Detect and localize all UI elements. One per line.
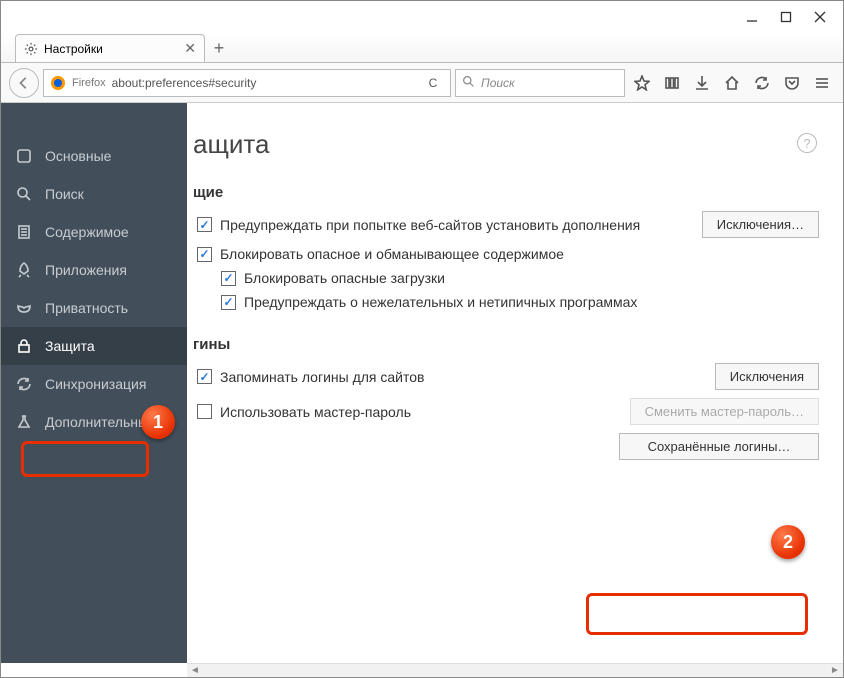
- annotation-marker-1: 1: [141, 405, 175, 439]
- help-button[interactable]: ?: [797, 133, 817, 153]
- sidebar-item-search[interactable]: Поиск: [1, 175, 187, 213]
- checkbox-warn-unwanted[interactable]: [221, 295, 236, 310]
- sidebar-item-label: Синхронизация: [45, 376, 146, 392]
- sidebar-item-content[interactable]: Содержимое: [1, 213, 187, 251]
- annotation-marker-2: 2: [771, 525, 805, 559]
- tab-title: Настройки: [44, 42, 103, 56]
- window-minimize-button[interactable]: [735, 5, 769, 29]
- scroll-left-arrow[interactable]: ◄: [187, 665, 203, 676]
- sidebar-item-security[interactable]: Защита: [1, 327, 187, 365]
- horizontal-scrollbar[interactable]: ◄ ►: [187, 663, 843, 677]
- rocket-icon: [15, 261, 33, 279]
- label-block-dangerous: Блокировать опасное и обманывающее содер…: [220, 246, 564, 262]
- reload-button[interactable]: C: [422, 76, 444, 90]
- label-master-password: Использовать мастер-пароль: [220, 404, 411, 420]
- sidebar-item-privacy[interactable]: Приватность: [1, 289, 187, 327]
- window-maximize-button[interactable]: [769, 5, 803, 29]
- sidebar-item-label: Основные: [45, 148, 111, 164]
- urlbar-text: about:preferences#security: [112, 76, 257, 90]
- sidebar-item-general[interactable]: Основные: [1, 137, 187, 175]
- section-logins-heading: гины: [193, 336, 819, 353]
- checkbox-block-dangerous[interactable]: [197, 247, 212, 262]
- sidebar-item-label: Защита: [45, 338, 95, 354]
- search-icon: [15, 185, 33, 203]
- checkbox-block-downloads[interactable]: [221, 271, 236, 286]
- library-icon[interactable]: [659, 70, 685, 96]
- new-tab-button[interactable]: +: [205, 34, 233, 62]
- window-close-button[interactable]: [803, 5, 837, 29]
- search-bar[interactable]: Поиск: [455, 69, 625, 97]
- preferences-main: ащита ? щие Предупреждать при попытке ве…: [187, 103, 843, 663]
- pocket-icon[interactable]: [779, 70, 805, 96]
- preferences-sidebar: Основные Поиск Содержимое Приложения При…: [1, 103, 187, 663]
- exceptions-logins-button[interactable]: Исключения: [715, 363, 819, 390]
- page-title: ащита: [193, 129, 819, 160]
- tab-settings[interactable]: Настройки ✕: [15, 34, 205, 62]
- sidebar-item-label: Дополнительные: [45, 414, 156, 430]
- sidebar-item-label: Приложения: [45, 262, 127, 278]
- firefox-icon: [50, 75, 66, 91]
- url-bar[interactable]: Firefox about:preferences#security C: [43, 69, 451, 97]
- home-icon[interactable]: [719, 70, 745, 96]
- urlbar-brand: Firefox: [72, 77, 106, 89]
- sidebar-item-label: Поиск: [45, 186, 84, 202]
- label-warn-addons: Предупреждать при попытке веб-сайтов уст…: [220, 217, 640, 233]
- search-icon: [462, 75, 475, 91]
- section-general-heading: щие: [193, 184, 819, 201]
- nav-toolbar: Firefox about:preferences#security C Пои…: [1, 63, 843, 103]
- sidebar-item-applications[interactable]: Приложения: [1, 251, 187, 289]
- document-icon: [15, 223, 33, 241]
- sidebar-item-label: Содержимое: [45, 224, 129, 240]
- sync-icon[interactable]: [749, 70, 775, 96]
- search-placeholder: Поиск: [481, 76, 515, 90]
- label-block-downloads: Блокировать опасные загрузки: [244, 270, 445, 286]
- saved-logins-button[interactable]: Сохранённые логины…: [619, 433, 819, 460]
- mask-icon: [15, 299, 33, 317]
- scroll-right-arrow[interactable]: ►: [827, 665, 843, 676]
- flask-icon: [15, 413, 33, 431]
- checkbox-remember-logins[interactable]: [197, 369, 212, 384]
- exceptions-addons-button[interactable]: Исключения…: [702, 211, 819, 238]
- downloads-icon[interactable]: [689, 70, 715, 96]
- lock-icon: [15, 337, 33, 355]
- checkbox-warn-addons[interactable]: [197, 217, 212, 232]
- checkbox-master-password[interactable]: [197, 404, 212, 419]
- label-remember-logins: Запоминать логины для сайтов: [220, 369, 424, 385]
- change-master-password-button[interactable]: Сменить мастер-пароль…: [630, 398, 819, 425]
- bookmark-star-icon[interactable]: [629, 70, 655, 96]
- square-icon: [15, 147, 33, 165]
- tab-close-button[interactable]: ✕: [184, 40, 196, 57]
- sync-icon: [15, 375, 33, 393]
- back-button[interactable]: [9, 68, 39, 98]
- menu-icon[interactable]: [809, 70, 835, 96]
- sidebar-item-sync[interactable]: Синхронизация: [1, 365, 187, 403]
- tab-strip: Настройки ✕ +: [1, 33, 843, 63]
- label-warn-unwanted: Предупреждать о нежелательных и нетипичн…: [244, 294, 637, 310]
- window-titlebar: [1, 1, 843, 33]
- gear-icon: [24, 42, 38, 56]
- sidebar-item-label: Приватность: [45, 300, 128, 316]
